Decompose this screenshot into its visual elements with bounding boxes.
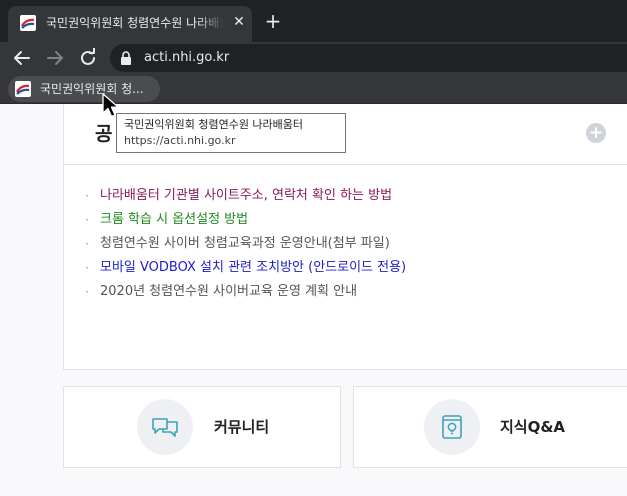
address-url[interactable]: acti.nhi.go.kr <box>144 50 229 66</box>
bullet-icon: · <box>85 213 89 227</box>
qna-card[interactable]: 지식Q&A <box>353 386 627 468</box>
bullet-icon: · <box>85 261 89 275</box>
more-plus-button[interactable]: + <box>586 123 606 143</box>
new-tab-icon[interactable]: + <box>262 10 284 32</box>
page-content: 공 + · 나라배움터 기관별 사이트주소, 연락처 확인 하는 방법 · 크롬 학… <box>0 104 627 496</box>
community-card[interactable]: 커뮤니티 <box>63 386 341 468</box>
browser-toolbar: acti.nhi.go.kr <box>0 42 627 74</box>
tooltip-title: 국민권익위원회 청렴연수원 나라배움터 <box>124 118 304 131</box>
tooltip-url: https://acti.nhi.go.kr <box>124 134 236 147</box>
notice-item-text[interactable]: 나라배움터 기관별 사이트주소, 연락처 확인 하는 방법 <box>100 188 392 203</box>
tab-title: 국민권익위원회 청렴연수원 나라배움터 <box>46 16 224 30</box>
notice-item[interactable]: · 청렴연수원 사이버 청렴교육과정 운영안내(첨부 파일) <box>84 232 406 256</box>
bookmark-label: 국민권익위원회 청... <box>40 82 144 96</box>
book-lightbulb-icon <box>442 415 462 439</box>
site-favicon-icon <box>20 15 36 31</box>
community-icon-circle <box>137 399 193 455</box>
forward-icon[interactable] <box>43 46 67 70</box>
bookmarks-bar: 국민권익위원회 청... <box>0 74 627 104</box>
browser-tab[interactable]: 국민권익위원회 청렴연수원 나라배움터 ✕ <box>8 6 252 42</box>
address-bar[interactable]: acti.nhi.go.kr <box>110 44 627 72</box>
bullet-icon: · <box>85 189 89 203</box>
notice-item-text[interactable]: 크롬 학습 시 옵션설정 방법 <box>100 212 248 227</box>
notice-item-text[interactable]: 모바일 VODBOX 설치 관련 조치방안 (안드로이드 전용) <box>100 260 406 275</box>
reload-icon[interactable] <box>76 46 100 70</box>
bookmark-tooltip: 국민권익위원회 청렴연수원 나라배움터 https://acti.nhi.go.… <box>116 113 346 153</box>
tab-close-icon[interactable]: ✕ <box>230 13 248 31</box>
chat-bubbles-icon <box>152 418 178 437</box>
qna-icon-circle <box>424 399 480 455</box>
notice-item-text[interactable]: 청렴연수원 사이버 청렴교육과정 운영안내(첨부 파일) <box>100 236 390 251</box>
bullet-icon: · <box>85 237 89 251</box>
lock-icon[interactable] <box>120 51 132 65</box>
back-icon[interactable] <box>10 46 34 70</box>
notice-item[interactable]: · 나라배움터 기관별 사이트주소, 연락처 확인 하는 방법 <box>84 184 406 208</box>
qna-label: 지식Q&A <box>500 418 566 436</box>
notice-item[interactable]: · 2020년 청렴연수원 사이버교육 운영 계획 안내 <box>84 280 406 304</box>
notice-item[interactable]: · 모바일 VODBOX 설치 관련 조치방안 (안드로이드 전용) <box>84 256 406 280</box>
bullet-icon: · <box>85 285 89 299</box>
notice-item-text[interactable]: 2020년 청렴연수원 사이버교육 운영 계획 안내 <box>100 284 357 299</box>
tab-strip: 국민권익위원회 청렴연수원 나라배움터 ✕ + <box>0 0 627 42</box>
bookmark-item[interactable]: 국민권익위원회 청... <box>8 76 160 102</box>
bookmark-favicon-icon <box>15 81 31 97</box>
notice-list: · 나라배움터 기관별 사이트주소, 연락처 확인 하는 방법 · 크롬 학습 시 … <box>84 184 406 304</box>
notice-item[interactable]: · 크롬 학습 시 옵션설정 방법 <box>84 208 406 232</box>
mouse-cursor-icon <box>102 93 119 118</box>
notice-title: 공 <box>95 123 113 145</box>
community-label: 커뮤니티 <box>214 418 270 436</box>
